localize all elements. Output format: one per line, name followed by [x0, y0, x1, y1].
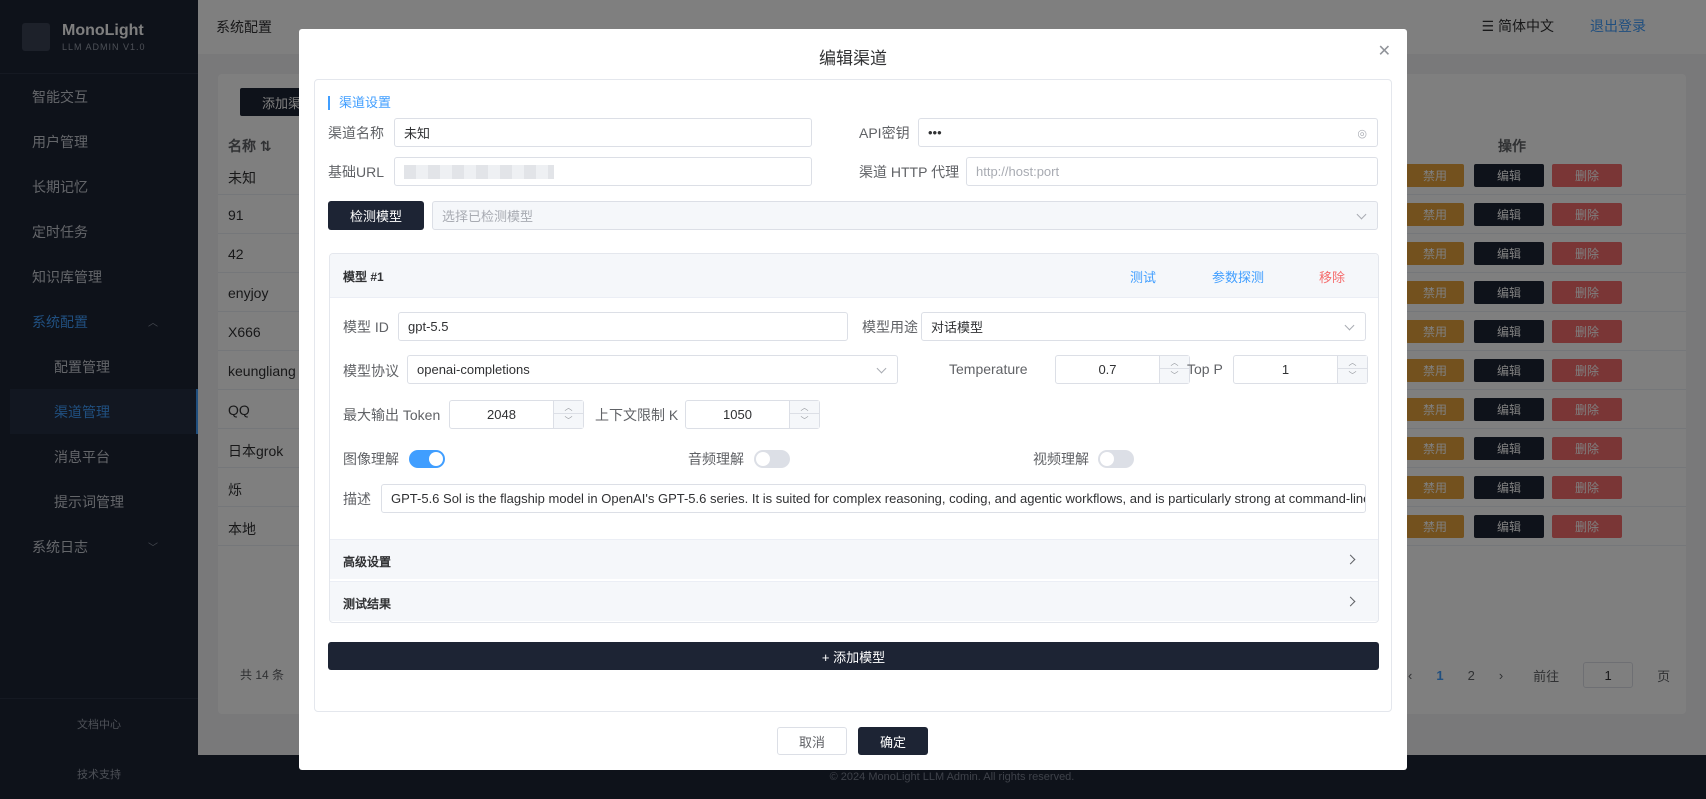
context-limit-label: 上下文限制 K [595, 407, 679, 423]
close-icon[interactable]: ✕ [1378, 41, 1391, 61]
decrease-icon[interactable]: ﹀ [1160, 369, 1189, 382]
base-url-label: 基础URL [328, 164, 385, 180]
redacted-url [404, 164, 554, 179]
chevron-down-icon [1344, 320, 1355, 331]
model-protocol-value: openai-completions [417, 362, 530, 377]
model-card-header: 模型 #1 测试 参数探测 移除 [330, 254, 1378, 298]
description-label: 描述 [343, 491, 371, 507]
add-model-button[interactable]: + 添加模型 [328, 642, 1379, 670]
proxy-input[interactable]: http://host:port [966, 157, 1378, 186]
advanced-settings-collapse[interactable]: 高级设置 [330, 539, 1378, 579]
api-key-label: API密钥 [859, 125, 910, 141]
detect-models-button[interactable]: 检测模型 [328, 201, 424, 230]
top-p-value: 1 [1281, 362, 1290, 377]
advanced-settings-title: 高级设置 [343, 555, 392, 569]
api-key-value: ••• [928, 125, 942, 140]
temperature-label: Temperature [949, 361, 1028, 377]
switch-knob [429, 452, 443, 466]
model-card: 模型 #1 测试 参数探测 移除 模型 ID gpt-5.5 模型用途 对话模型… [329, 253, 1379, 623]
model-protocol-select[interactable]: openai-completions [407, 355, 898, 384]
top-p-label: Top P [1187, 361, 1223, 377]
model-card-title: 模型 #1 [343, 270, 384, 284]
image-understanding-label: 图像理解 [343, 451, 399, 467]
proxy-label: 渠道 HTTP 代理 [859, 164, 960, 180]
section-title: 渠道设置 [328, 96, 391, 110]
probe-params-link[interactable]: 参数探测 [1212, 267, 1264, 286]
model-usage-select[interactable]: 对话模型 [921, 312, 1366, 341]
video-understanding-label: 视频理解 [1033, 451, 1089, 467]
eye-slash-icon[interactable]: ◎ [1357, 127, 1367, 140]
api-key-input[interactable]: ••• ◎ [918, 118, 1378, 147]
temperature-value: 0.7 [1098, 362, 1117, 377]
channel-settings-panel: 渠道设置 渠道名称 未知 API密钥 ••• ◎ 基础URL 渠道 HTTP 代理… [314, 79, 1392, 712]
max-token-value: 2048 [487, 407, 516, 422]
model-id-input[interactable]: gpt-5.5 [398, 312, 848, 341]
description-input[interactable]: GPT-5.6 Sol is the flagship model in Ope… [381, 484, 1366, 513]
remove-model-link[interactable]: 移除 [1319, 267, 1345, 286]
model-protocol-label: 模型协议 [343, 363, 399, 379]
chevron-right-icon [1345, 596, 1356, 607]
chevron-down-icon [876, 363, 887, 374]
channel-name-label: 渠道名称 [328, 125, 384, 141]
increase-icon[interactable]: ︿ [1338, 356, 1367, 369]
edit-channel-dialog: 编辑渠道 ✕ 渠道设置 渠道名称 未知 API密钥 ••• ◎ 基础URL 渠道 … [299, 29, 1407, 770]
chevron-down-icon [1356, 209, 1367, 220]
base-url-input[interactable] [394, 157, 812, 186]
temperature-stepper[interactable]: 0.7 ︿ ﹀ [1055, 355, 1190, 384]
switch-knob [1100, 452, 1114, 466]
context-limit-value: 1050 [723, 407, 752, 422]
decrease-icon[interactable]: ﹀ [790, 414, 819, 427]
dialog-title: 编辑渠道 [819, 49, 887, 68]
test-results-collapse[interactable]: 测试结果 [330, 581, 1378, 621]
max-token-stepper[interactable]: 2048 ︿ ﹀ [449, 400, 584, 429]
model-usage-value: 对话模型 [931, 320, 984, 335]
detected-model-placeholder: 选择已检测模型 [442, 209, 534, 224]
top-p-stepper[interactable]: 1 ︿ ﹀ [1233, 355, 1368, 384]
audio-understanding-switch[interactable] [754, 450, 790, 468]
confirm-button[interactable]: 确定 [858, 727, 928, 755]
chevron-right-icon [1345, 554, 1356, 565]
audio-understanding-label: 音频理解 [688, 451, 744, 467]
increase-icon[interactable]: ︿ [554, 401, 583, 414]
model-usage-label: 模型用途 [862, 319, 918, 335]
increase-icon[interactable]: ︿ [790, 401, 819, 414]
channel-name-input[interactable]: 未知 [394, 118, 812, 147]
increase-icon[interactable]: ︿ [1160, 356, 1189, 369]
image-understanding-switch[interactable] [409, 450, 445, 468]
detected-model-select[interactable]: 选择已检测模型 [432, 201, 1378, 230]
video-understanding-switch[interactable] [1098, 450, 1134, 468]
decrease-icon[interactable]: ﹀ [1338, 369, 1367, 382]
cancel-button[interactable]: 取消 [777, 727, 847, 755]
test-results-title: 测试结果 [343, 597, 392, 611]
test-model-link[interactable]: 测试 [1130, 267, 1156, 286]
context-limit-stepper[interactable]: 1050 ︿ ﹀ [685, 400, 820, 429]
max-token-label: 最大输出 Token [343, 407, 441, 423]
decrease-icon[interactable]: ﹀ [554, 414, 583, 427]
model-id-label: 模型 ID [343, 319, 389, 335]
switch-knob [756, 452, 770, 466]
